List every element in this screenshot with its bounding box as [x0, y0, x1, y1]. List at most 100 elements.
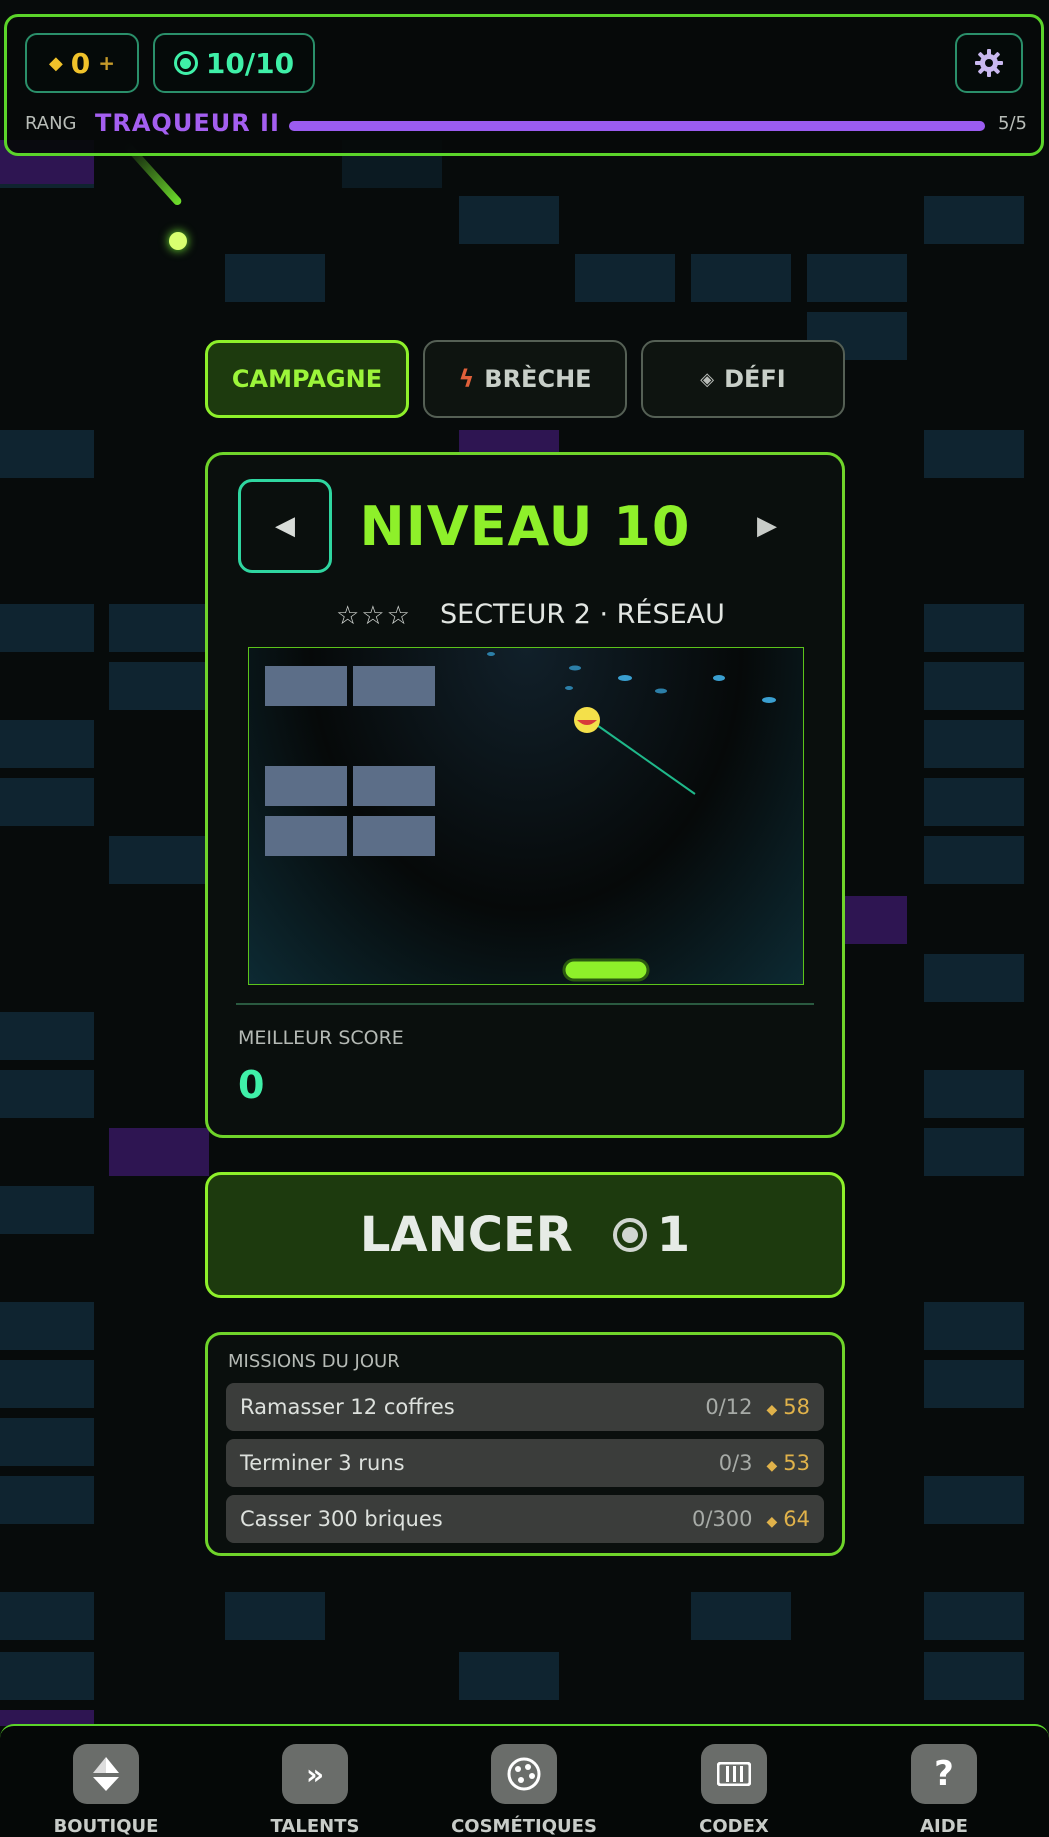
bg-tile	[0, 1186, 94, 1234]
bg-tile	[924, 1592, 1024, 1640]
bg-tile	[924, 778, 1024, 826]
next-level-button[interactable]: ▶	[742, 501, 792, 551]
bg-tile	[109, 836, 209, 884]
bg-tile	[924, 1302, 1024, 1350]
bg-tile	[924, 1070, 1024, 1118]
nav-label: CODEX	[699, 1816, 769, 1837]
tab-campagne[interactable]: CAMPAGNE	[205, 340, 409, 418]
bg-tile	[691, 254, 791, 302]
bg-tile	[109, 1128, 209, 1176]
launch-cost-value: 1	[656, 1207, 691, 1263]
nav-codex[interactable]: CODEX	[654, 1744, 814, 1837]
bg-tile	[0, 1070, 94, 1118]
help-icon: ?	[911, 1744, 977, 1804]
mission-progress: 0/300	[691, 1507, 753, 1531]
lightning-icon: ϟ	[458, 365, 475, 393]
nav-aide[interactable]: ? AIDE	[864, 1744, 1024, 1837]
diamond-icon: ◆	[766, 1402, 778, 1418]
bg-tile	[225, 254, 325, 302]
mission-label: Terminer 3 runs	[240, 1451, 405, 1475]
bg-tile	[0, 1418, 94, 1466]
mission-progress: 0/12	[705, 1395, 753, 1419]
mission-reward-value: 58	[783, 1395, 810, 1419]
level-preview	[248, 647, 804, 985]
bg-tile	[924, 1652, 1024, 1700]
coins-counter[interactable]: ◆ 0 +	[25, 33, 139, 93]
arrow-right-icon: ▶	[757, 511, 777, 541]
bg-tile	[924, 662, 1024, 710]
bg-tile	[0, 1360, 94, 1408]
nav-label: BOUTIQUE	[53, 1816, 159, 1837]
mission-item[interactable]: Ramasser 12 coffres 0/12 ◆ 58	[226, 1383, 824, 1431]
bg-tile	[0, 604, 94, 652]
mission-label: Casser 300 briques	[240, 1507, 443, 1531]
bg-tile	[807, 254, 907, 302]
preview-effects	[487, 652, 776, 982]
bg-tile	[225, 1592, 325, 1640]
settings-button[interactable]	[955, 33, 1023, 93]
bg-tile	[0, 720, 94, 768]
tab-label: CAMPAGNE	[231, 365, 383, 393]
bg-tile	[459, 1652, 559, 1700]
diamond-icon: ◆	[48, 52, 63, 74]
bg-tile	[0, 1476, 94, 1524]
nav-boutique[interactable]: BOUTIQUE	[26, 1744, 186, 1837]
diamond-icon: ◆	[766, 1514, 778, 1530]
level-card: ◀ NIVEAU 10 ▶ ☆☆☆ SECTEUR 2 · RÉSEAU MEI…	[205, 452, 845, 1138]
tab-defi[interactable]: ◈ DÉFI	[641, 340, 845, 418]
nav-label: AIDE	[920, 1816, 968, 1837]
bg-tile	[0, 1012, 94, 1060]
bg-tile	[924, 1476, 1024, 1524]
energy-counter[interactable]: 10/10	[153, 33, 315, 93]
coins-value: 0	[70, 46, 91, 80]
rank-progress-fill	[289, 121, 985, 131]
top-status-bar: ◆ 0 + 10/10 RANG TRAQUEUR II 5/5	[4, 14, 1044, 156]
rank-progress-count: 5/5	[998, 113, 1027, 134]
missions-title: MISSIONS DU JOUR	[228, 1351, 400, 1372]
bg-tile	[924, 1360, 1024, 1408]
nav-label: COSMÉTIQUES	[451, 1816, 597, 1837]
bg-tile	[924, 196, 1024, 244]
rank-label: RANG	[25, 113, 77, 134]
bg-tile	[924, 954, 1024, 1002]
mission-item[interactable]: Casser 300 briques 0/300 ◆ 64	[226, 1495, 824, 1543]
gear-icon	[975, 49, 1003, 77]
bg-tile	[924, 836, 1024, 884]
nav-talents[interactable]: » TALENTS	[235, 1744, 395, 1837]
best-score-label: MEILLEUR SCORE	[238, 1027, 404, 1049]
bg-tile	[109, 604, 209, 652]
tab-label: DÉFI	[724, 365, 786, 393]
card-divider	[236, 1003, 814, 1005]
mission-item[interactable]: Terminer 3 runs 0/3 ◆ 53	[226, 1439, 824, 1487]
energy-icon	[173, 51, 198, 75]
daily-missions-panel: MISSIONS DU JOUR Ramasser 12 coffres 0/1…	[205, 1332, 845, 1556]
tab-label: BRÈCHE	[484, 365, 592, 393]
tab-breche[interactable]: ϟ BRÈCHE	[423, 340, 627, 418]
energy-icon	[612, 1218, 647, 1252]
plus-icon: +	[98, 51, 116, 75]
mission-reward: ◆ 58	[766, 1395, 810, 1419]
bg-tile	[924, 430, 1024, 478]
nav-cosmetiques[interactable]: COSMÉTIQUES	[444, 1744, 604, 1837]
bg-tile	[0, 430, 94, 478]
rank-progress-bar	[289, 121, 985, 131]
rank-name: TRAQUEUR II	[95, 109, 280, 137]
bg-tile	[575, 254, 675, 302]
launch-button[interactable]: LANCER 1	[205, 1172, 845, 1298]
mission-reward: ◆ 64	[766, 1507, 810, 1531]
bg-tile	[924, 720, 1024, 768]
bg-tile	[0, 1652, 94, 1700]
launch-label: LANCER	[359, 1207, 573, 1263]
shop-icon	[73, 1744, 139, 1804]
palette-icon	[491, 1744, 557, 1804]
bg-tile	[924, 1128, 1024, 1176]
comet-ball	[169, 232, 187, 250]
mission-progress: 0/3	[718, 1451, 753, 1475]
mission-label: Ramasser 12 coffres	[240, 1395, 455, 1419]
bg-tile	[0, 778, 94, 826]
launch-cost: 1	[612, 1207, 691, 1263]
mission-reward: ◆ 53	[766, 1451, 810, 1475]
sector-label: SECTEUR 2 · RÉSEAU	[440, 599, 725, 630]
diamond-icon: ◈	[700, 368, 715, 390]
nav-label: TALENTS	[270, 1816, 360, 1837]
